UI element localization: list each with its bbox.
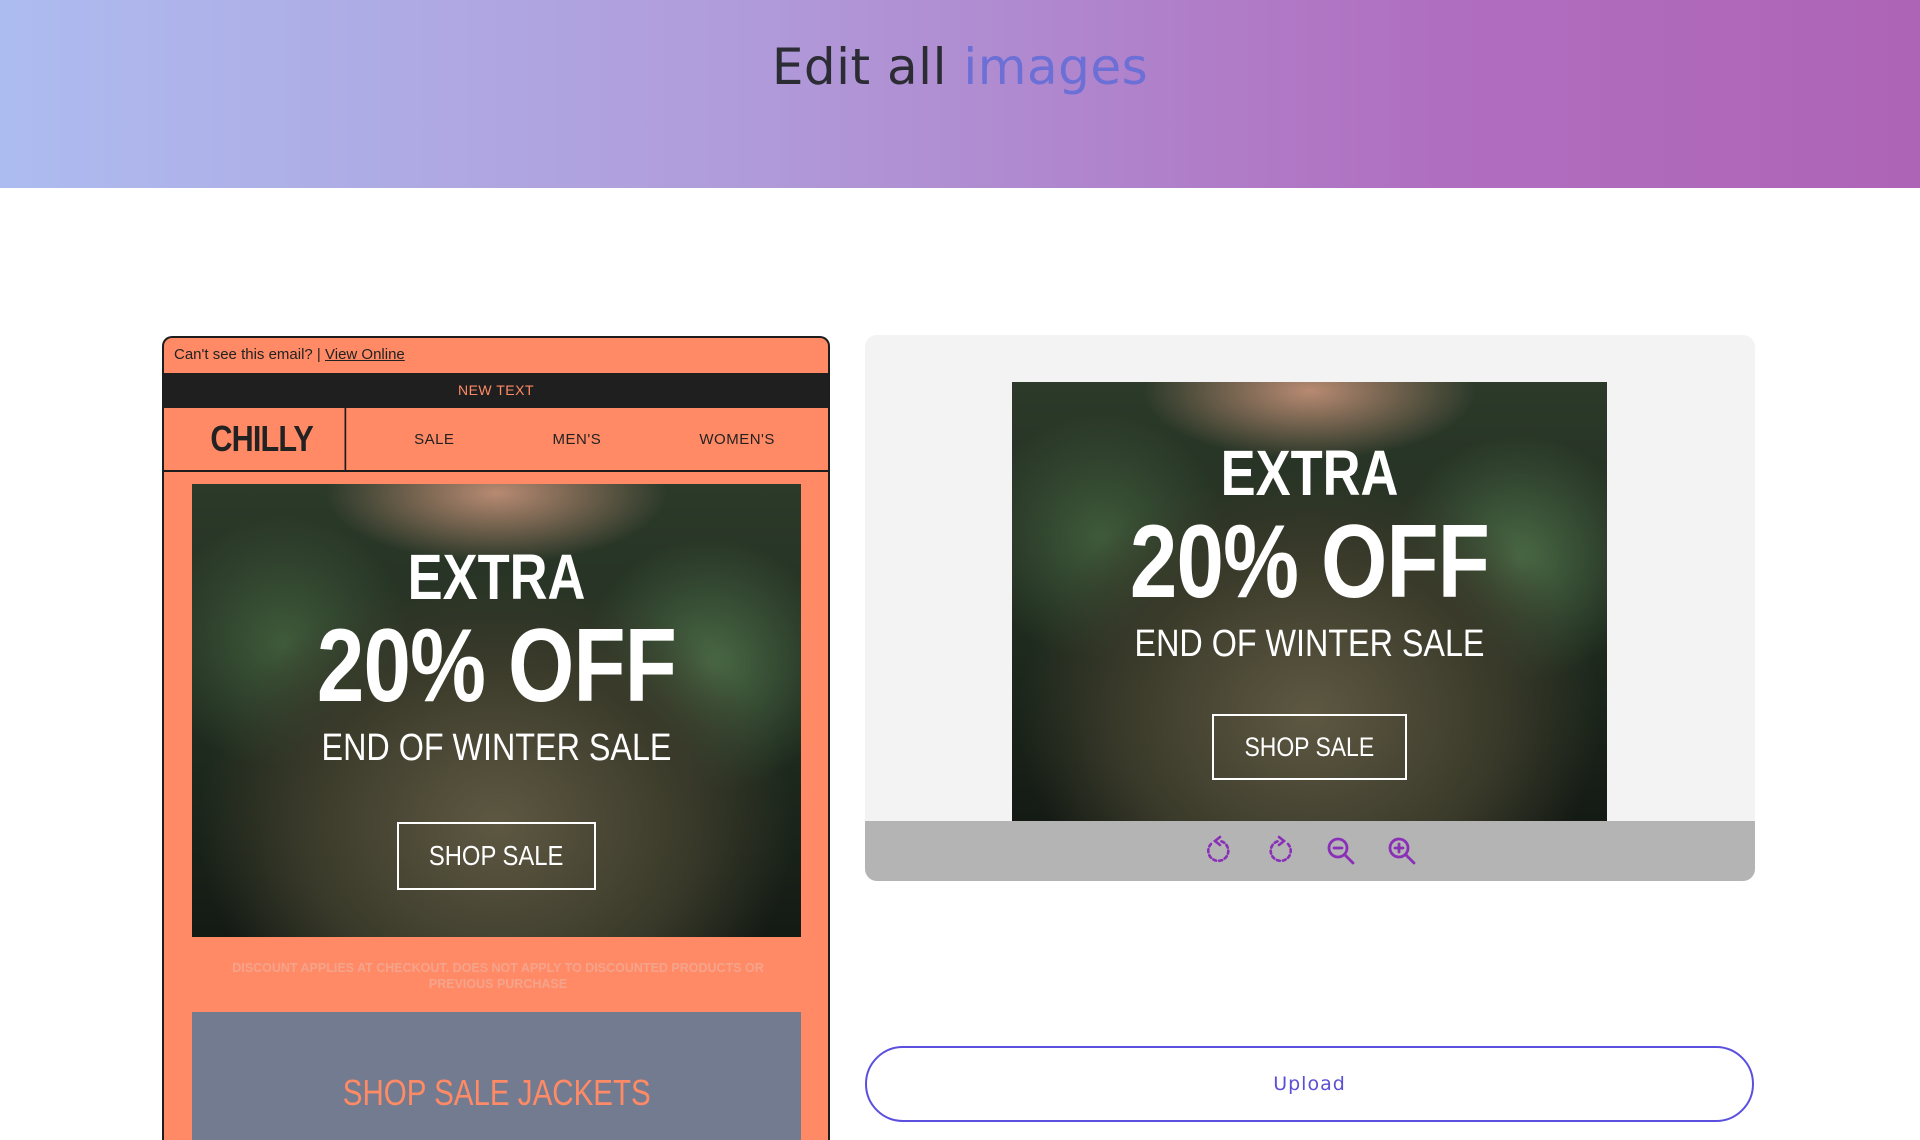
email-hero-image[interactable]: EXTRA 20% OFF END OF WINTER SALE SHOP SA…	[192, 484, 801, 937]
shop-jackets-banner[interactable]: SHOP SALE JACKETS	[192, 1012, 801, 1140]
editor-toolbar	[865, 821, 1755, 881]
rotate-right-icon[interactable]	[1263, 834, 1297, 868]
hero-line-extra: EXTRA	[407, 541, 586, 613]
email-nav: CHILLY SALE MEN'S WOMEN'S	[164, 408, 828, 472]
editor-line-extra: EXTRA	[1220, 437, 1399, 509]
email-disclaimer: DISCOUNT APPLIES AT CHECKOUT. DOES NOT A…	[232, 961, 764, 991]
shop-jackets-label: SHOP SALE JACKETS	[342, 1072, 651, 1113]
nav-link-mens[interactable]: MEN'S	[553, 431, 602, 448]
rotate-left-icon[interactable]	[1202, 834, 1236, 868]
hero-line-discount: 20% OFF	[316, 608, 677, 724]
page-header: Edit all images	[0, 0, 1920, 188]
nav-link-sale[interactable]: SALE	[414, 431, 454, 448]
brand-logo[interactable]: CHILLY	[179, 408, 347, 470]
email-topbar: NEW TEXT	[164, 373, 828, 408]
upload-button[interactable]: Upload	[865, 1046, 1754, 1122]
image-editor: EXTRA 20% OFF END OF WINTER SALE SHOP SA…	[865, 335, 1755, 881]
page-title: Edit all images	[0, 38, 1920, 96]
title-lead: Edit all	[771, 38, 947, 96]
email-preheader: Can't see this email? | View Online	[164, 338, 828, 373]
title-accent: images	[963, 38, 1149, 96]
editor-line-sale: END OF WINTER SALE	[1134, 623, 1485, 665]
hero-line-sale: END OF WINTER SALE	[321, 727, 672, 769]
editor-line-discount: 20% OFF	[1129, 504, 1490, 620]
zoom-out-icon[interactable]	[1324, 834, 1358, 868]
view-online-link[interactable]: View Online	[325, 346, 405, 363]
preheader-text: Can't see this email? |	[174, 346, 325, 363]
email-preview: Can't see this email? | View Online NEW …	[162, 336, 830, 1140]
hero-shop-sale-button[interactable]: SHOP SALE	[397, 822, 596, 890]
nav-link-womens[interactable]: WOMEN'S	[699, 431, 775, 448]
editor-image-canvas[interactable]: EXTRA 20% OFF END OF WINTER SALE SHOP SA…	[1012, 382, 1607, 825]
editor-shop-sale-button: SHOP SALE	[1212, 714, 1407, 780]
zoom-in-icon[interactable]	[1385, 834, 1419, 868]
